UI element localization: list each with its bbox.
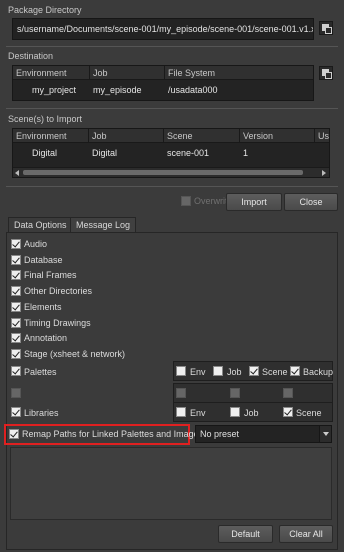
scenes-header-scene[interactable]: Scene [164,129,240,143]
scenes-header-environment[interactable]: Environment [13,129,89,143]
elements-label: Elements [24,302,62,312]
other-directories-checkbox[interactable] [11,286,21,296]
destination-table: Environment Job File System my_project m… [12,65,314,101]
database-checkbox[interactable] [11,255,21,265]
stage-checkbox[interactable] [11,349,21,359]
palettes-checkbox[interactable] [11,366,21,376]
palettes-backup-checkbox[interactable] [290,366,300,376]
scenes-table: Environment Job Scene Version Use Digita… [12,128,330,178]
palettes-backup-label: Backup [303,367,334,377]
remap-label: Remap Paths for Linked Palettes and Imag… [22,429,204,439]
palettes-job-label: Job [227,367,242,377]
preset-dropdown[interactable]: No preset [195,425,332,443]
scenes-cell-scene[interactable]: scene-001 [167,146,209,160]
preset-dropdown-value: No preset [200,429,240,439]
timing-drawings-label: Timing Drawings [24,318,91,328]
database-label: Database [24,255,63,265]
disabled-option-checkbox[interactable] [11,388,21,398]
destination-header-job[interactable]: Job [90,66,165,80]
final-frames-checkbox[interactable] [11,270,21,280]
default-button[interactable]: Default [218,525,273,543]
libraries-scene-checkbox[interactable] [283,407,293,417]
timing-drawings-checkbox[interactable] [11,318,21,328]
final-frames-label: Final Frames [24,270,77,280]
remap-table[interactable] [10,447,332,520]
palettes-env-checkbox[interactable] [176,366,186,376]
scroll-thumb[interactable] [23,170,303,175]
elements-checkbox[interactable] [11,302,21,312]
disabled-env-checkbox[interactable] [176,388,186,398]
annotation-checkbox[interactable] [11,333,21,343]
scenes-cell-job[interactable]: Digital [92,146,117,160]
scenes-header-version[interactable]: Version [240,129,315,143]
scenes-header-job[interactable]: Job [89,129,164,143]
disabled-options-box [173,383,333,403]
scroll-left-icon[interactable] [15,170,19,176]
disabled-scene-checkbox[interactable] [283,388,293,398]
libraries-job-label: Job [244,408,259,418]
annotation-label: Annotation [24,333,68,343]
audio-checkbox[interactable] [11,239,21,249]
tab-data-options[interactable]: Data Options [8,217,73,233]
other-directories-label: Other Directories [24,286,93,296]
scenes-header-use[interactable]: Use [315,129,329,143]
scenes-cell-environment[interactable]: Digital [32,146,57,160]
destination-cell-filesystem[interactable]: /usadata000 [168,83,218,97]
scenes-horizontal-scrollbar[interactable] [13,167,329,177]
disabled-job-checkbox[interactable] [230,388,240,398]
clear-all-button[interactable]: Clear All [279,525,333,543]
destination-header-filesystem[interactable]: File System [165,66,313,80]
scenes-label: Scene(s) to Import [8,114,83,124]
import-button[interactable]: Import [226,193,282,211]
stage-label: Stage (xsheet & network) [24,349,126,359]
libraries-scene-label: Scene [296,408,322,418]
destination-label: Destination [8,51,54,61]
palettes-env-label: Env [190,367,206,377]
libraries-label: Libraries [24,408,59,418]
destination-cell-environment[interactable]: my_project [32,83,76,97]
libraries-env-checkbox[interactable] [176,407,186,417]
package-browse-button[interactable] [319,21,333,35]
destination-header-environment[interactable]: Environment [13,66,90,80]
destination-browse-button[interactable] [319,66,333,80]
remap-checkbox[interactable] [9,429,19,439]
tab-message-log[interactable]: Message Log [70,217,137,233]
palettes-scene-checkbox[interactable] [249,366,259,376]
scroll-right-icon[interactable] [322,170,326,176]
close-button[interactable]: Close [284,193,338,211]
chevron-down-icon [319,426,331,442]
libraries-env-label: Env [190,408,206,418]
palettes-scene-label: Scene [262,367,288,377]
overwrite-checkbox[interactable] [181,196,191,206]
destination-cell-job[interactable]: my_episode [93,83,142,97]
libraries-checkbox[interactable] [11,407,21,417]
package-directory-label: Package Directory [8,5,82,15]
package-directory-field[interactable]: s/username/Documents/scene-001/my_episod… [12,18,314,40]
palettes-job-checkbox[interactable] [213,366,223,376]
scenes-cell-version[interactable]: 1 [243,146,248,160]
palettes-label: Palettes [24,367,57,377]
libraries-job-checkbox[interactable] [230,407,240,417]
audio-label: Audio [24,239,48,249]
